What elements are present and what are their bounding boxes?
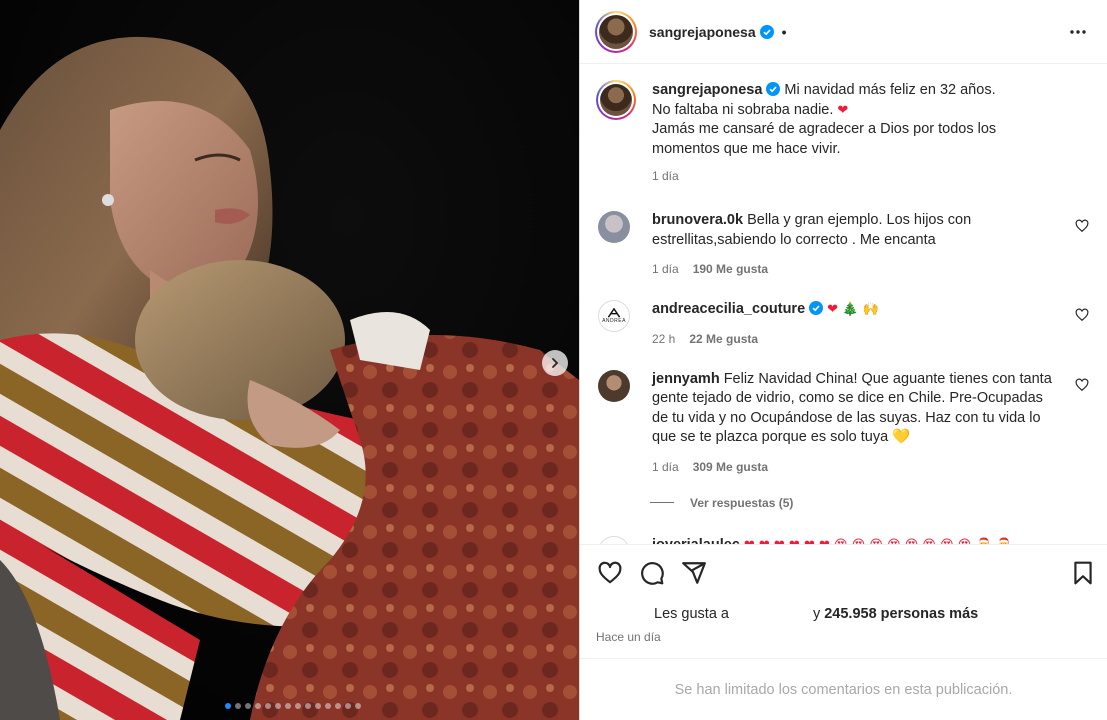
likes-conjunction: y — [812, 606, 821, 622]
comment-text: ❤ 🎄 🙌 — [827, 302, 879, 317]
like-comment-heart-icon[interactable] — [1075, 378, 1089, 392]
bookmark-icon — [1074, 561, 1092, 584]
comment-text: ❤ ❤ ❤ ❤ ❤ ❤ 😍 😍 😍 😍 😍 😍 😍 😍 🎅 🎅 — [744, 538, 1012, 545]
brand-logo-icon — [606, 544, 622, 545]
view-replies-label: Ver respuestas (5) — [690, 495, 794, 510]
brand-a-icon — [607, 308, 621, 318]
verified-icon — [766, 82, 781, 96]
comments-list[interactable]: sangrejaponesa Mi navidad más feliz en 32… — [580, 64, 1107, 544]
caption-line-1: Mi navidad más feliz en 32 años. — [784, 82, 996, 98]
slide-dot — [264, 703, 271, 709]
likes-count[interactable]: 245.958 personas más — [824, 606, 978, 622]
comment-item: jennyamh Feliz Navidad China! Que aguante… — [596, 369, 1091, 474]
comment-button[interactable] — [638, 559, 666, 587]
commenter-username[interactable]: brunovera.0k — [652, 212, 743, 228]
comment-time: 22 h — [652, 331, 676, 346]
caption-line-2: No faltaba ni sobraba nadie. — [652, 101, 834, 118]
commenter-avatar[interactable] — [598, 369, 630, 402]
view-replies-button[interactable]: Ver respuestas (5) — [650, 496, 1091, 510]
post-time[interactable]: Hace un día — [580, 626, 1107, 658]
comment-likes[interactable]: 22 Me gusta — [689, 332, 758, 346]
slide-dot — [314, 703, 321, 709]
post-media[interactable] — [0, 0, 579, 720]
slide-dot — [234, 703, 241, 709]
save-button[interactable] — [1069, 559, 1097, 587]
heart-emoji: ❤ — [837, 102, 849, 118]
commenter-username[interactable]: andreacecilia_couture — [652, 301, 805, 317]
post-side-panel: sangrejaponesa • sangrejaponesa Mi navid… — [579, 0, 1107, 720]
like-comment-heart-icon[interactable] — [1075, 544, 1089, 545]
slide-dot — [244, 703, 251, 709]
comment-item: ANDREA andreacecilia_couture ❤ 🎄 🙌 22 h 22… — [596, 300, 1091, 346]
caption: sangrejaponesa Mi navidad más feliz en 32… — [596, 80, 1091, 183]
commenter-avatar[interactable] — [598, 535, 630, 545]
post-header: sangrejaponesa • — [580, 0, 1107, 64]
heart-outline-icon — [598, 561, 622, 583]
slide-dot — [354, 703, 361, 709]
slide-dot — [274, 703, 281, 709]
comment-item: joyerialaulec ❤ ❤ ❤ ❤ ❤ ❤ 😍 😍 😍 😍 😍 😍 😍 😍… — [596, 535, 1091, 545]
header-separator: • — [781, 23, 787, 40]
post-actions — [580, 544, 1107, 600]
caption-avatar[interactable] — [596, 80, 636, 120]
commenter-username[interactable]: jennyamh — [652, 371, 720, 387]
replies-divider — [650, 502, 674, 503]
author-avatar[interactable] — [595, 10, 637, 53]
next-slide-button[interactable] — [542, 350, 568, 376]
like-comment-heart-icon[interactable] — [1075, 308, 1089, 322]
like-button[interactable] — [596, 559, 624, 587]
comment-icon — [641, 561, 664, 585]
caption-line-3: Jamás me cansaré de agradecer a Dios por… — [652, 121, 997, 157]
more-icon — [1070, 29, 1086, 34]
caption-text: sangrejaponesa Mi navidad más feliz en 32… — [652, 81, 1057, 159]
caption-time: 1 día — [652, 169, 679, 183]
commenter-avatar[interactable]: ANDREA — [598, 300, 630, 332]
slide-dot — [324, 703, 331, 709]
verified-icon — [759, 24, 774, 39]
author-username[interactable]: sangrejaponesa — [649, 24, 756, 40]
liker-name-redacted — [731, 607, 811, 621]
chevron-right-icon — [552, 358, 559, 368]
comments-limited-notice: Se han limitado los comentarios en esta … — [580, 658, 1107, 720]
caption-username[interactable]: sangrejaponesa — [652, 82, 762, 98]
likes-summary[interactable]: Les gusta a y 245.958 personas más — [580, 600, 1107, 626]
comment-likes[interactable]: 190 Me gusta — [693, 262, 768, 276]
more-options-button[interactable] — [1066, 20, 1090, 44]
slide-dot — [304, 703, 311, 709]
likes-prefix: Les gusta a — [654, 606, 729, 622]
slide-dot — [344, 703, 351, 709]
share-icon — [682, 561, 706, 584]
slide-dot — [224, 703, 231, 709]
slide-dot — [284, 703, 291, 709]
slide-indicator — [0, 703, 579, 709]
comment-time: 1 día — [652, 459, 679, 474]
commenter-username[interactable]: joyerialaulec — [652, 537, 740, 545]
verified-icon — [809, 301, 824, 315]
slide-dot — [294, 703, 301, 709]
like-comment-heart-icon[interactable] — [1075, 219, 1089, 233]
commenter-avatar[interactable] — [598, 211, 630, 243]
post-viewer: sangrejaponesa • sangrejaponesa Mi navid… — [0, 0, 1107, 720]
avatar-brand-text: ANDREA — [602, 318, 626, 324]
comment-time: 1 día — [652, 262, 679, 276]
comment-item: brunovera.0k Bella y gran ejemplo. Los hi… — [596, 211, 1091, 276]
share-button[interactable] — [680, 559, 708, 587]
slide-dot — [254, 703, 261, 709]
slide-dot — [334, 703, 341, 709]
comment-likes[interactable]: 309 Me gusta — [693, 460, 768, 474]
post-photo — [0, 0, 579, 720]
